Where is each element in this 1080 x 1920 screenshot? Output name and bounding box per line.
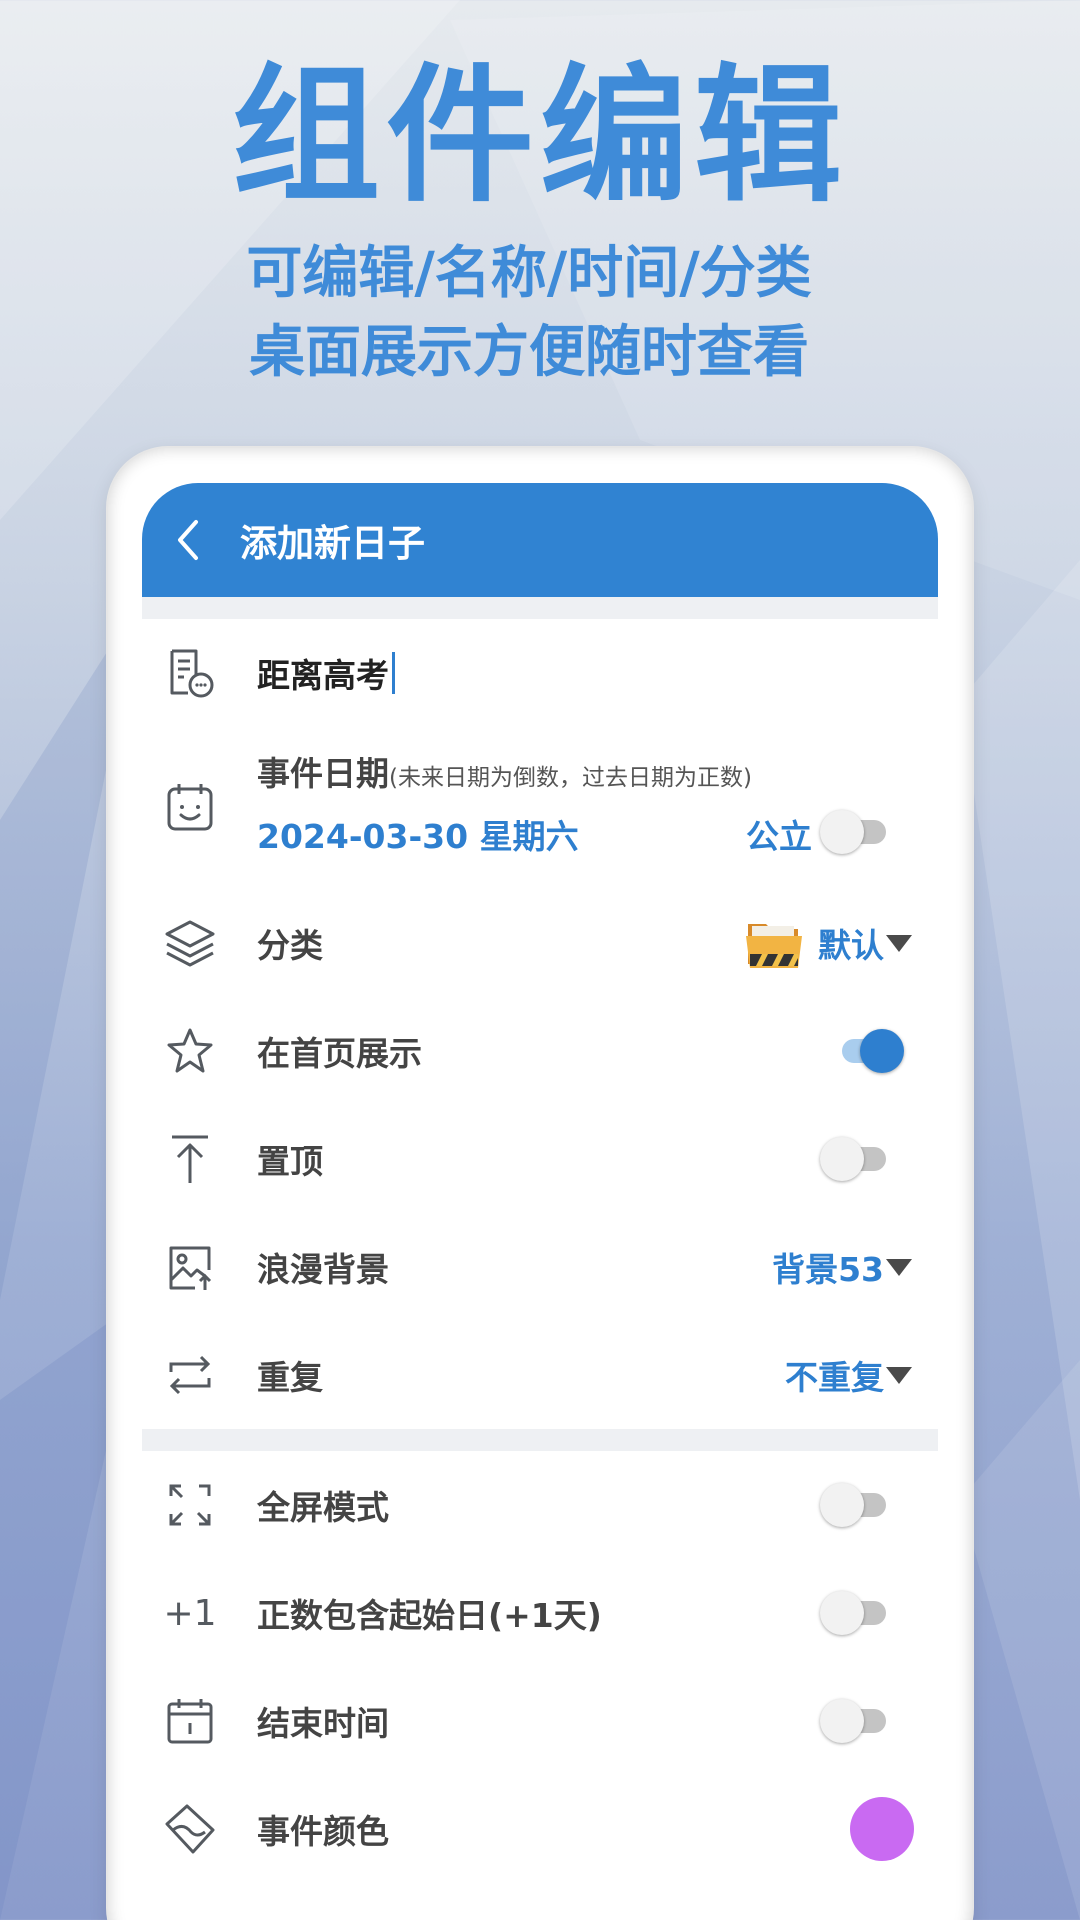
app-screen: 添加新日子 距离高考 事件日期(未来日期为倒数，过去日期为正数) 2024-03… [142,483,938,1920]
show-on-home-toggle[interactable] [834,1029,904,1073]
background-row[interactable]: 浪漫背景 背景53 [142,1213,938,1321]
promo-subtitle-line1: 可编辑/名称/时间/分类 [246,241,812,306]
repeat-label: 重复 [257,1358,323,1397]
note-icon [162,645,218,701]
background-selector[interactable]: 背景53 [772,1243,912,1291]
show-on-home-label: 在首页展示 [257,1034,422,1073]
toggle-thumb [820,1483,864,1527]
back-button[interactable] [148,483,228,597]
star-icon [162,1023,218,1079]
category-value: 默认 [818,926,884,965]
end-time-toggle[interactable] [820,1699,890,1743]
text-cursor [392,652,395,694]
end-time-label: 结束时间 [257,1704,389,1743]
plus-one-icon: +1 [162,1585,218,1641]
chevron-left-icon [178,520,198,560]
fullscreen-toggle[interactable] [820,1483,890,1527]
repeat-value: 不重复 [785,1358,884,1397]
toggle-thumb [820,1591,864,1635]
toggle-thumb [820,1699,864,1743]
color-palette-icon [162,1801,218,1857]
include-start-day-toggle[interactable] [820,1591,890,1635]
end-time-row: 结束时间 [142,1667,938,1775]
event-date-hint: (未来日期为倒数，过去日期为正数) [389,765,752,791]
promo-subtitle-line2: 桌面展示方便随时查看 [249,320,809,385]
event-name-value: 距离高考 [257,656,389,695]
event-name-input[interactable]: 距离高考 [257,649,395,697]
toggle-thumb [860,1029,904,1073]
page-title: 添加新日子 [240,522,425,565]
folder-icon [746,924,802,968]
repeat-row[interactable]: 重复 不重复 [142,1321,938,1429]
background-label: 浪漫背景 [257,1250,389,1289]
show-on-home-row: 在首页展示 [142,997,938,1105]
include-start-day-row: +1 正数包含起始日(+1天) [142,1559,938,1667]
pin-top-label: 置顶 [257,1142,323,1181]
category-label: 分类 [257,926,323,965]
layers-icon [162,915,218,971]
calendar-type-label: 公立 [746,817,812,856]
category-row[interactable]: 分类 默认 [142,889,938,997]
event-date-value[interactable]: 2024-03-30 星期六 [257,810,579,858]
toggle-thumb [820,810,864,854]
section-divider [142,1429,938,1451]
dropdown-caret-icon [886,934,912,952]
event-date-label-text: 事件日期 [257,754,389,793]
image-upload-icon [162,1239,218,1295]
event-date-label: 事件日期(未来日期为倒数，过去日期为正数) [257,747,752,795]
category-selector[interactable]: 默认 [746,916,912,970]
include-start-day-label: 正数包含起始日(+1天) [257,1596,602,1635]
lunar-toggle[interactable] [820,810,890,854]
event-color-swatch[interactable] [850,1797,914,1861]
plus-one-text: +1 [163,1592,217,1634]
promo-title: 组件编辑 [232,50,848,222]
calendar-icon [162,1693,218,1749]
dropdown-caret-icon [886,1258,912,1276]
toggle-thumb [820,1137,864,1181]
pin-top-toggle[interactable] [820,1137,890,1181]
dropdown-caret-icon [886,1366,912,1384]
background-value: 背景53 [772,1250,884,1289]
event-name-row: 距离高考 [142,619,938,727]
calendar-smile-icon [162,779,218,835]
repeat-selector[interactable]: 不重复 [785,1351,912,1399]
app-bar: 添加新日子 [142,483,938,597]
fullscreen-icon [162,1477,218,1533]
repeat-icon [162,1347,218,1403]
event-date-row: 事件日期(未来日期为倒数，过去日期为正数) 2024-03-30 星期六 公立 [142,727,938,889]
event-color-label: 事件颜色 [257,1812,389,1851]
pin-top-icon [162,1131,218,1187]
fullscreen-row: 全屏模式 [142,1451,938,1559]
section-divider [142,597,938,619]
pin-top-row: 置顶 [142,1105,938,1213]
fullscreen-label: 全屏模式 [257,1488,389,1527]
event-color-row[interactable]: 事件颜色 [142,1775,938,1883]
